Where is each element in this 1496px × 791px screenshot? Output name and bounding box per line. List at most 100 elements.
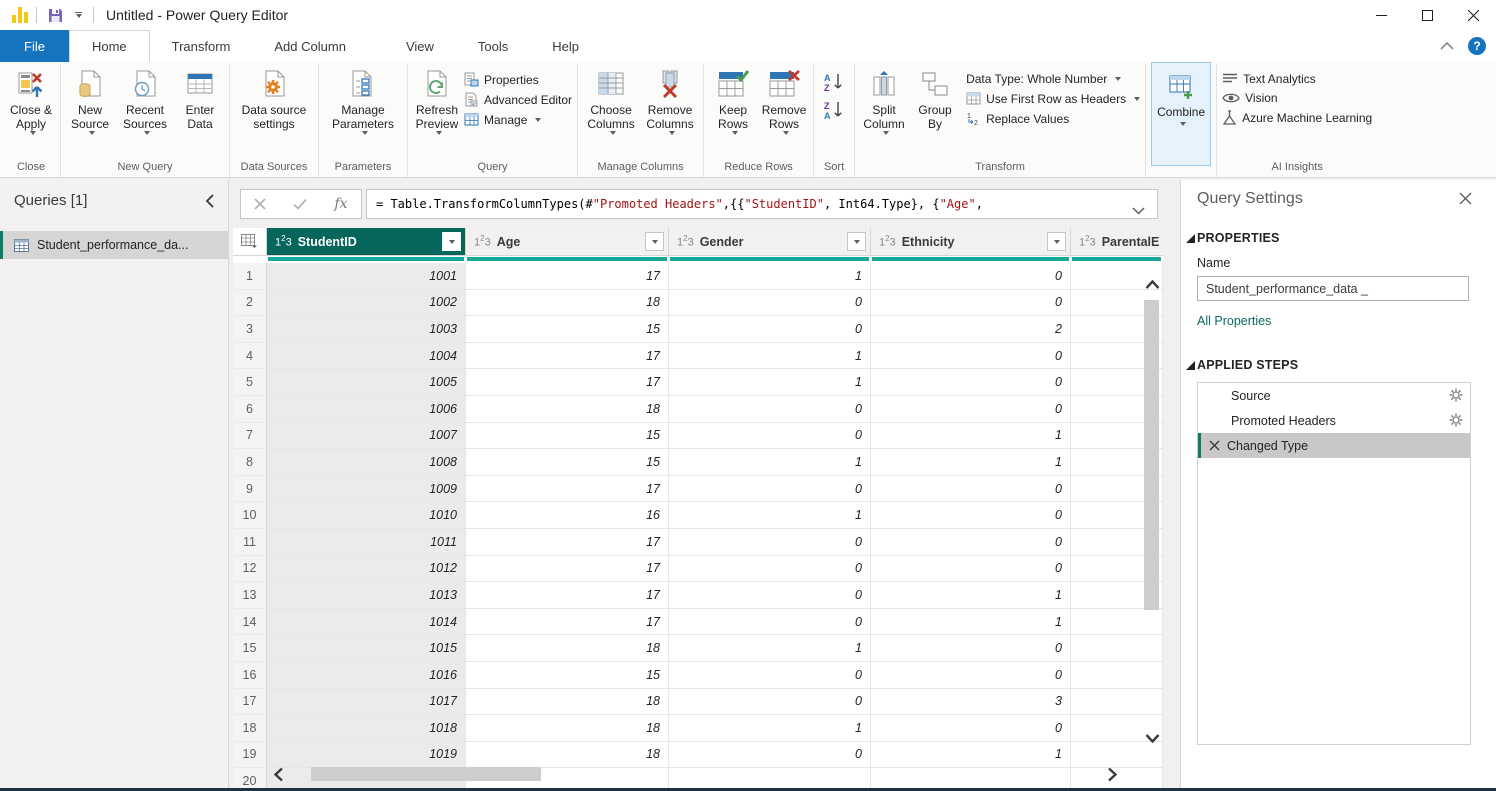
- sort-ascending-icon[interactable]: A Z: [823, 72, 845, 92]
- vertical-scrollbar[interactable]: [1142, 268, 1162, 764]
- cell[interactable]: 1014: [267, 609, 466, 636]
- select-all-columns-button[interactable]: [233, 228, 267, 256]
- row-number[interactable]: 17: [233, 689, 267, 716]
- cell[interactable]: 1: [871, 423, 1071, 450]
- cell[interactable]: 1004: [267, 343, 466, 370]
- scroll-up-icon[interactable]: [1142, 274, 1162, 294]
- row-number[interactable]: 9: [233, 476, 267, 503]
- row-number[interactable]: 14: [233, 609, 267, 636]
- column-header-age[interactable]: 123 Age: [466, 228, 669, 256]
- row-number[interactable]: 1: [233, 263, 267, 290]
- commit-formula-icon[interactable]: [293, 198, 307, 210]
- cell[interactable]: 17: [466, 556, 669, 583]
- cell[interactable]: 0: [669, 529, 871, 556]
- cell[interactable]: 1016: [267, 662, 466, 689]
- cell[interactable]: 16: [466, 502, 669, 529]
- row-number[interactable]: 19: [233, 742, 267, 769]
- cell[interactable]: 1: [871, 582, 1071, 609]
- new-source-button[interactable]: New Source: [66, 66, 114, 135]
- cell[interactable]: 0: [669, 689, 871, 716]
- cell[interactable]: 1: [669, 502, 871, 529]
- cell[interactable]: 18: [466, 635, 669, 662]
- cell[interactable]: 1003: [267, 316, 466, 343]
- cell[interactable]: 15: [466, 316, 669, 343]
- cell[interactable]: 2: [871, 316, 1071, 343]
- collapse-applied-steps-icon[interactable]: [1186, 361, 1195, 370]
- tab-file[interactable]: File: [0, 30, 69, 62]
- row-number[interactable]: 3: [233, 316, 267, 343]
- collapse-properties-icon[interactable]: [1186, 234, 1195, 243]
- column-header-studentid[interactable]: 123 StudentID: [267, 228, 466, 256]
- tab-help[interactable]: Help: [530, 30, 601, 62]
- sort-descending-icon[interactable]: Z A: [823, 100, 845, 120]
- cell[interactable]: 17: [466, 609, 669, 636]
- cell[interactable]: 1: [871, 609, 1071, 636]
- cell[interactable]: 1: [669, 449, 871, 476]
- cell[interactable]: 0: [871, 715, 1071, 742]
- cancel-formula-icon[interactable]: [254, 198, 266, 210]
- row-number[interactable]: 4: [233, 343, 267, 370]
- cell[interactable]: 1: [669, 343, 871, 370]
- tab-add-column[interactable]: Add Column: [252, 30, 368, 62]
- cell[interactable]: 1013: [267, 582, 466, 609]
- cell[interactable]: 1001: [267, 263, 466, 290]
- cell[interactable]: 0: [669, 476, 871, 503]
- column-header-ethnicity[interactable]: 123 Ethnicity: [871, 228, 1071, 256]
- cell[interactable]: 1011: [267, 529, 466, 556]
- save-button[interactable]: [45, 5, 66, 26]
- column-header-gender[interactable]: 123 Gender: [669, 228, 871, 256]
- row-number[interactable]: 7: [233, 423, 267, 450]
- row-number[interactable]: 12: [233, 556, 267, 583]
- cell[interactable]: 0: [871, 502, 1071, 529]
- collapse-queries-pane-icon[interactable]: [205, 194, 214, 208]
- step-settings-gear-icon[interactable]: [1449, 388, 1463, 402]
- close-panel-icon[interactable]: [1459, 192, 1472, 205]
- cell[interactable]: 1017: [267, 689, 466, 716]
- row-number[interactable]: 6: [233, 396, 267, 423]
- data-type-button[interactable]: Data Type: Whole Number: [966, 72, 1140, 86]
- cell[interactable]: 18: [466, 689, 669, 716]
- all-properties-link[interactable]: All Properties: [1197, 314, 1271, 328]
- group-by-button[interactable]: Group By: [911, 66, 959, 131]
- cell[interactable]: 0: [669, 316, 871, 343]
- query-name-input[interactable]: [1197, 276, 1469, 301]
- cell[interactable]: 0: [669, 423, 871, 450]
- tab-tools[interactable]: Tools: [456, 30, 530, 62]
- help-button[interactable]: ?: [1468, 37, 1486, 55]
- recent-sources-button[interactable]: Recent Sources: [117, 66, 173, 135]
- collapse-ribbon-icon[interactable]: [1440, 42, 1454, 50]
- cell[interactable]: 0: [669, 396, 871, 423]
- advanced-editor-button[interactable]: Advanced Editor: [464, 92, 572, 107]
- cell[interactable]: 18: [466, 715, 669, 742]
- cell[interactable]: 0: [871, 343, 1071, 370]
- formula-input[interactable]: = Table.TransformColumnTypes(#"Promoted …: [366, 189, 1158, 219]
- cell[interactable]: 0: [871, 263, 1071, 290]
- cell[interactable]: 0: [871, 556, 1071, 583]
- minimize-button[interactable]: [1358, 0, 1404, 30]
- row-number[interactable]: 11: [233, 529, 267, 556]
- scroll-left-icon[interactable]: [269, 765, 287, 783]
- keep-rows-button[interactable]: Keep Rows: [709, 66, 757, 135]
- vertical-scrollbar-thumb[interactable]: [1144, 300, 1159, 610]
- text-analytics-button[interactable]: Text Analytics: [1222, 72, 1372, 86]
- scroll-down-icon[interactable]: [1142, 728, 1162, 748]
- cell[interactable]: 3: [871, 689, 1071, 716]
- azure-ml-button[interactable]: Azure Machine Learning: [1222, 110, 1372, 126]
- cell[interactable]: 0: [669, 290, 871, 317]
- cell[interactable]: 17: [466, 529, 669, 556]
- cell[interactable]: 1: [669, 715, 871, 742]
- cell[interactable]: 0: [669, 609, 871, 636]
- remove-columns-button[interactable]: Remove Columns: [642, 66, 698, 135]
- delete-step-icon[interactable]: [1209, 440, 1220, 451]
- enter-data-button[interactable]: Enter Data: [176, 66, 224, 131]
- cell[interactable]: 17: [466, 369, 669, 396]
- row-number[interactable]: 5: [233, 369, 267, 396]
- cell[interactable]: 0: [871, 476, 1071, 503]
- column-filter-dropdown[interactable]: [645, 232, 664, 251]
- tab-view[interactable]: View: [384, 30, 456, 62]
- cell[interactable]: 0: [871, 662, 1071, 689]
- cell[interactable]: 15: [466, 423, 669, 450]
- refresh-preview-button[interactable]: Refresh Preview: [413, 66, 461, 135]
- cell[interactable]: 0: [669, 556, 871, 583]
- cell[interactable]: 0: [871, 529, 1071, 556]
